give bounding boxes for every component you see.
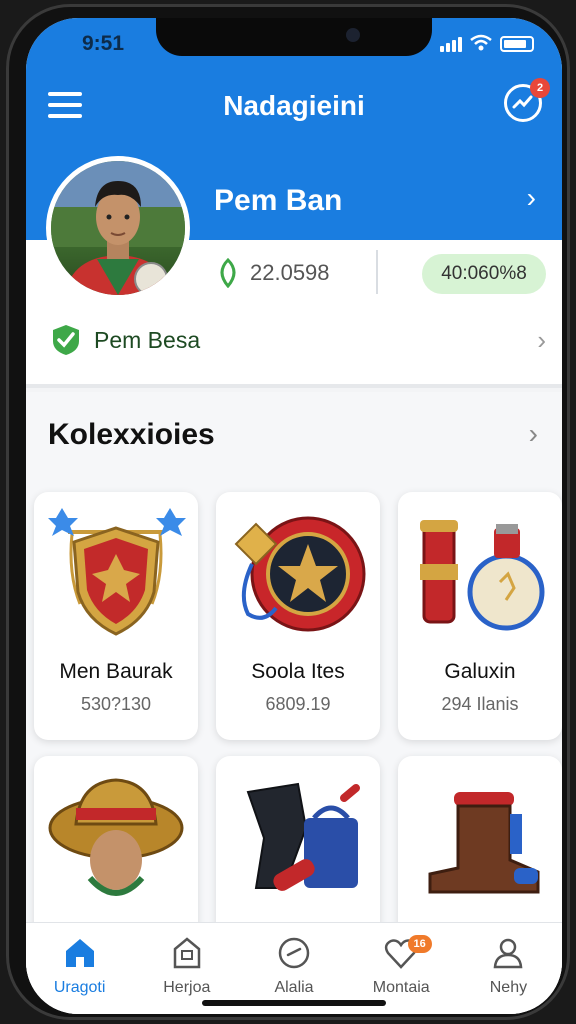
nav-label: Montaia: [372, 979, 430, 996]
nav-label: Nehy: [489, 979, 528, 996]
nav-label: Herjoa: [163, 979, 211, 996]
card-title: Galuxin: [444, 660, 516, 683]
collection-card[interactable]: Men Baurak 530?130: [34, 492, 198, 740]
divider: [376, 250, 378, 294]
nav-badge: 16: [407, 935, 432, 953]
chevron-right-icon: ›: [537, 324, 546, 355]
collection-card[interactable]: Soola Ites 6809.19: [216, 492, 380, 740]
emblem-icon: [234, 516, 366, 632]
signal-icon: [440, 37, 462, 52]
status-time: 9:51: [82, 32, 125, 55]
phone-frame: 9:51 Nadagieini 2 Pem Ban › 22.0598 40:0…: [6, 4, 570, 1020]
leaf-icon: [220, 258, 236, 288]
chevron-right-icon[interactable]: ›: [527, 182, 536, 214]
potion-icon: [420, 520, 545, 631]
compass-icon: [278, 937, 310, 969]
card-title: Soola Ites: [251, 660, 345, 683]
section-title: Kolexxioies: [48, 418, 215, 451]
app-header: Nadagieini 2: [26, 70, 562, 144]
profile-name: Pem Ban: [214, 184, 343, 217]
verified-row[interactable]: Pem Besa ›: [50, 318, 546, 362]
nav-item-home[interactable]: Uragoti: [26, 923, 133, 1014]
nav-label: Alalia: [274, 979, 314, 996]
avatar[interactable]: [46, 156, 190, 300]
card-title: Men Baurak: [59, 660, 173, 683]
home-indicator[interactable]: [202, 1000, 386, 1006]
nav-item-profile[interactable]: Nehy: [455, 923, 562, 1014]
stat-points-value: 22.0598: [250, 260, 330, 285]
balance-badge: 40:060%8: [422, 254, 546, 294]
page-title: Nadagieini: [223, 90, 365, 121]
notification-badge: 2: [530, 78, 550, 98]
card-subtitle: 530?130: [80, 694, 152, 714]
app-screen: 9:51 Nadagieini 2 Pem Ban › 22.0598 40:0…: [26, 18, 562, 1014]
battery-icon: [500, 36, 534, 52]
home-icon: [65, 939, 94, 967]
card-subtitle: 294 Ilanis: [441, 694, 519, 714]
chevron-right-icon[interactable]: ›: [529, 418, 538, 450]
helmet-icon: [48, 778, 184, 896]
boot-icon: [428, 792, 540, 894]
camera-icon: [346, 28, 360, 42]
device-notch: [156, 18, 432, 56]
collection-card[interactable]: Galuxin 294 Ilanis: [398, 492, 562, 740]
stat-points: 22.0598: [216, 258, 330, 288]
verified-label: Pem Besa: [94, 326, 201, 353]
wifi-icon: [470, 34, 492, 51]
nav-label: Uragoti: [53, 979, 106, 996]
building-icon: [173, 937, 201, 969]
gear-bag-icon: [246, 782, 360, 891]
user-icon: [494, 938, 523, 969]
status-icons: [440, 34, 534, 52]
check-shield-icon: [53, 325, 79, 355]
shield-icon: [48, 508, 186, 636]
card-subtitle: 6809.19: [265, 694, 331, 714]
